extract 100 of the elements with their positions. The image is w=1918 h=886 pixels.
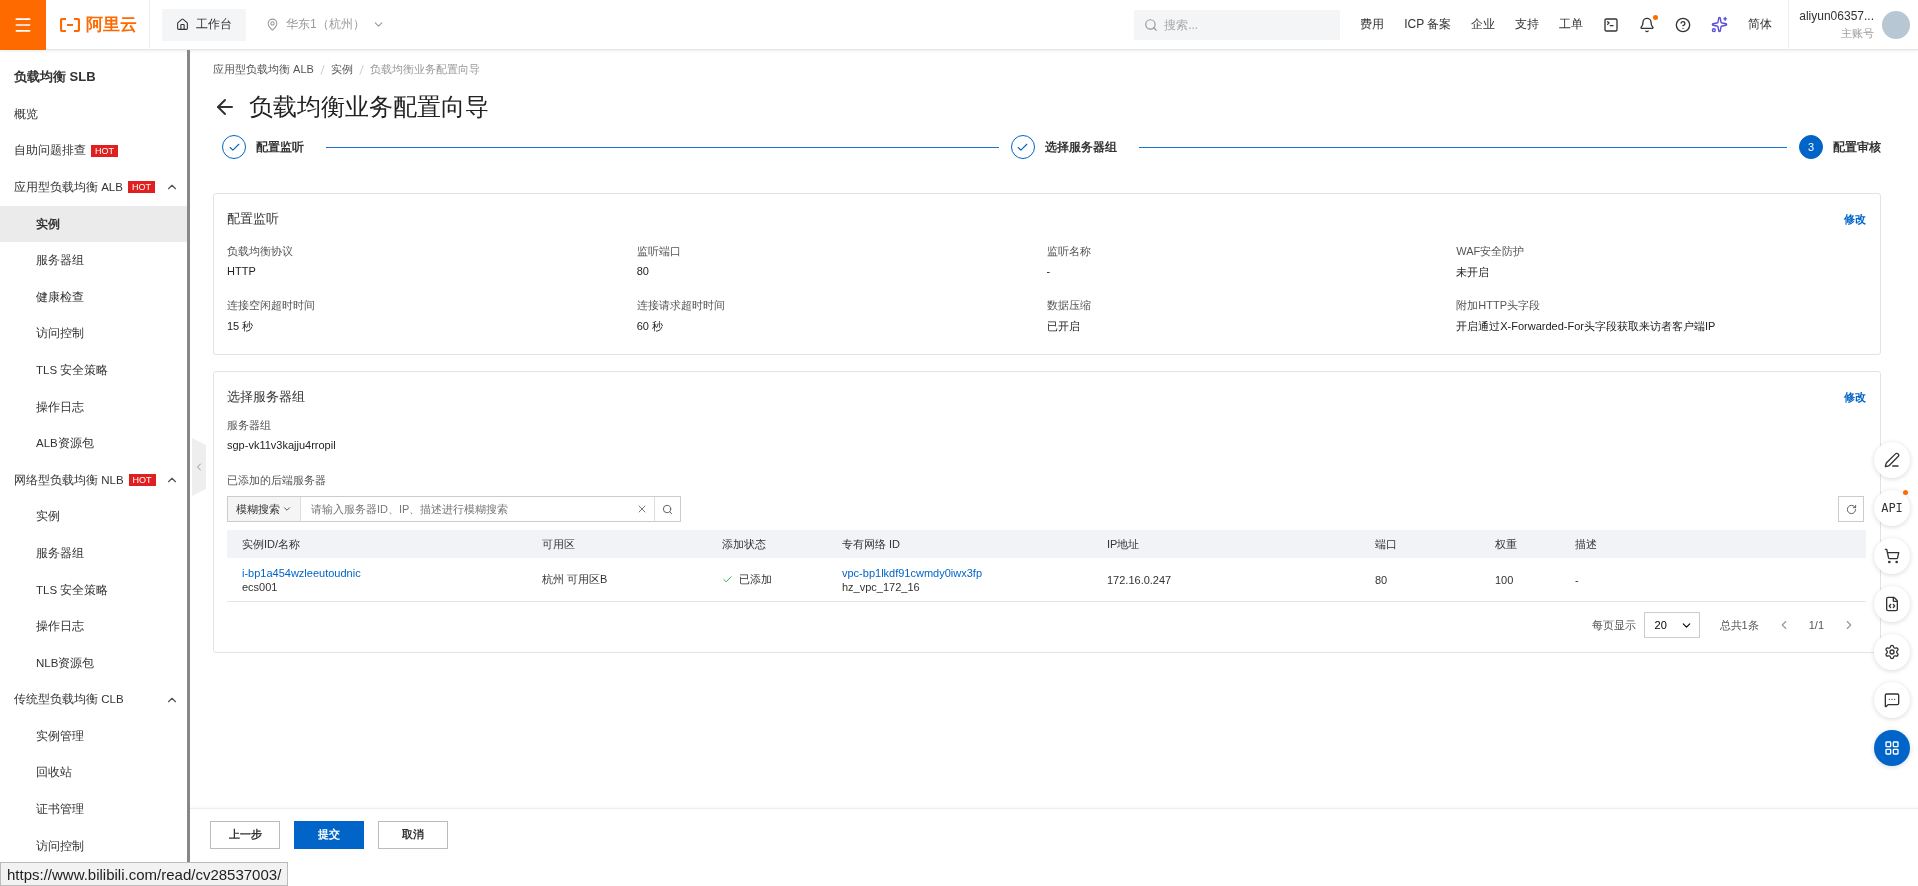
vpc-link[interactable]: vpc-bp1lkdf91cwmdy0iwx3fp [842, 566, 1092, 579]
sidebar-item-label: 传统型负载均衡 CLB [14, 692, 124, 708]
sidebar-item[interactable]: TLS 安全策略 [0, 352, 187, 389]
search-field[interactable]: 搜索... [1134, 9, 1341, 40]
cart-icon[interactable] [1874, 538, 1910, 574]
footer-button[interactable]: 取消 [378, 820, 448, 849]
sidebar-item-label: 应用型负载均衡 ALB [14, 180, 123, 195]
sidebar-item[interactable]: 概览 [0, 96, 187, 133]
field-label: 附加HTTP头字段 [1456, 298, 1541, 313]
sidebar-item-label: 网络型负载均衡 NLB [14, 472, 124, 488]
field-value: 15 秒 [227, 319, 255, 334]
edit-icon[interactable] [1874, 442, 1910, 478]
sidebar-item[interactable]: 服务器组 [0, 242, 187, 279]
sidebar-item-label: TLS 安全策略 [36, 362, 109, 378]
nav-link[interactable]: 企业 [1471, 16, 1496, 33]
help-icon[interactable] [1675, 16, 1692, 33]
sidebar-item[interactable]: 访问控制 [0, 315, 187, 353]
sidebar-item-label: 操作日志 [36, 399, 84, 415]
edit-link[interactable]: 修改 [1844, 389, 1866, 405]
nav-link[interactable]: 支持 [1515, 16, 1540, 33]
refresh-button[interactable] [1838, 496, 1864, 522]
sidebar-item[interactable]: 传统型负载均衡 CLB [0, 681, 187, 719]
sidebar-item[interactable]: 实例 [0, 498, 187, 536]
field-label: 连接空闲超时时间 [227, 298, 316, 313]
sparkle-icon[interactable] [1711, 16, 1729, 33]
instance-link[interactable]: i-bp1a454wzleeutoudnic [242, 566, 527, 579]
sidebar-item[interactable]: 证书管理 [0, 791, 187, 828]
sidebar-item-label: 访问控制 [36, 326, 84, 342]
sidebar-item[interactable]: 操作日志 [0, 608, 187, 645]
sidebar-item[interactable]: 网络型负载均衡 NLB HOT [0, 461, 187, 499]
sidebar-item[interactable]: 操作日志 [0, 388, 187, 426]
footer-button[interactable]: 上一步 [210, 820, 280, 849]
column-header: 端口 [1360, 530, 1480, 558]
status-text: 已添加 [739, 572, 772, 587]
step-label: 选择服务器组 [1044, 140, 1117, 155]
field-value: 80 [636, 265, 650, 277]
search-icon [662, 503, 673, 515]
sidebar-item[interactable]: 实例管理 [0, 718, 187, 755]
sidebar-item[interactable]: 实例 [0, 205, 187, 243]
api-button[interactable]: API [1874, 490, 1910, 526]
sidebar-item-label: 服务器组 [36, 253, 84, 269]
search-field[interactable]: 模糊搜索 请输入服务器ID、IP、描述进行模糊搜索 [227, 496, 681, 522]
field-value: HTTP [227, 265, 257, 277]
sidebar-item-label: 回收站 [36, 765, 72, 781]
settings-icon[interactable] [1874, 634, 1910, 670]
nav-link[interactable]: 工单 [1559, 16, 1584, 33]
sidebar-item-label: 访问控制 [36, 838, 84, 854]
edit-link[interactable]: 修改 [1844, 211, 1866, 227]
sidebar-item[interactable]: NLB资源包 [0, 644, 187, 682]
table-cell: 100 [1480, 558, 1560, 602]
sidebar-item-label: 健康检查 [36, 289, 84, 305]
page-title: 负载均衡业务配置向导 [249, 92, 489, 122]
language-link[interactable]: 简体 [1748, 16, 1773, 33]
sidebar-item[interactable]: 服务器组 [0, 535, 187, 572]
sidebar-item-label: 操作日志 [36, 619, 84, 635]
submit-button[interactable]: 提交 [294, 820, 364, 849]
page-size-select[interactable]: 20 [1643, 612, 1700, 638]
field-label: 负载均衡协议 [227, 244, 294, 259]
sidebar-item[interactable]: 健康检查 [0, 278, 187, 316]
step-label: 配置监听 [256, 140, 304, 155]
chat-icon[interactable] [1874, 682, 1910, 718]
document-icon[interactable] [1874, 586, 1910, 622]
user-name[interactable]: aliyun06357... [1799, 8, 1874, 23]
nav-link[interactable]: 费用 [1360, 16, 1385, 33]
sidebar-item[interactable]: 自助问题排查 HOT [0, 132, 187, 170]
table-cell: - [1560, 558, 1866, 602]
column-header: 可用区 [527, 530, 707, 558]
hot-badge: HOT [127, 181, 155, 194]
sidebar-item[interactable]: 访问控制 [0, 827, 187, 865]
field-value: 开启通过X-Forwarded-For头字段获取来访者客户端IP [1456, 319, 1717, 334]
bell-icon[interactable] [1639, 16, 1656, 33]
table-cell: 80 [1360, 558, 1480, 602]
field-value: 已开启 [1046, 319, 1081, 334]
column-header: 权重 [1480, 530, 1560, 558]
breadcrumb-link[interactable]: 应用型负载均衡 ALB [213, 62, 314, 77]
sidebar-item[interactable]: 回收站 [0, 754, 187, 792]
location-pin-icon [266, 18, 279, 31]
table-cell: 172.16.0.247 [1092, 558, 1360, 602]
field-value: 60 秒 [636, 319, 665, 334]
sidebar-item-label: TLS 安全策略 [36, 582, 109, 598]
account-type: 主账号 [1841, 25, 1874, 41]
logo-icon[interactable] [60, 17, 80, 32]
search-mode-dropdown[interactable]: 模糊搜索 [228, 497, 301, 521]
sidebar-title: 负载均衡 SLB [13, 68, 97, 86]
collapse-handle[interactable] [192, 438, 206, 496]
sidebar-item[interactable]: ALB资源包 [0, 425, 187, 462]
workbench-button[interactable]: 工作台 [162, 8, 246, 41]
field-label: 已添加的后端服务器 [227, 473, 326, 488]
breadcrumb-link[interactable]: 实例 [330, 62, 353, 77]
apps-icon[interactable] [1874, 730, 1910, 766]
nav-link[interactable]: ICP 备案 [1404, 16, 1452, 33]
column-header: 实例ID/名称 [227, 530, 527, 558]
column-header: 描述 [1560, 530, 1866, 558]
terminal-icon[interactable] [1603, 16, 1620, 33]
refresh-icon [1845, 503, 1857, 515]
field-label: 监听端口 [636, 244, 682, 259]
sidebar-item[interactable]: TLS 安全策略 [0, 571, 187, 609]
sidebar-item[interactable]: 应用型负载均衡 ALB HOT [0, 169, 187, 206]
instance-name: ecs001 [242, 580, 279, 593]
vpc-name: hz_vpc_172_16 [842, 580, 921, 593]
